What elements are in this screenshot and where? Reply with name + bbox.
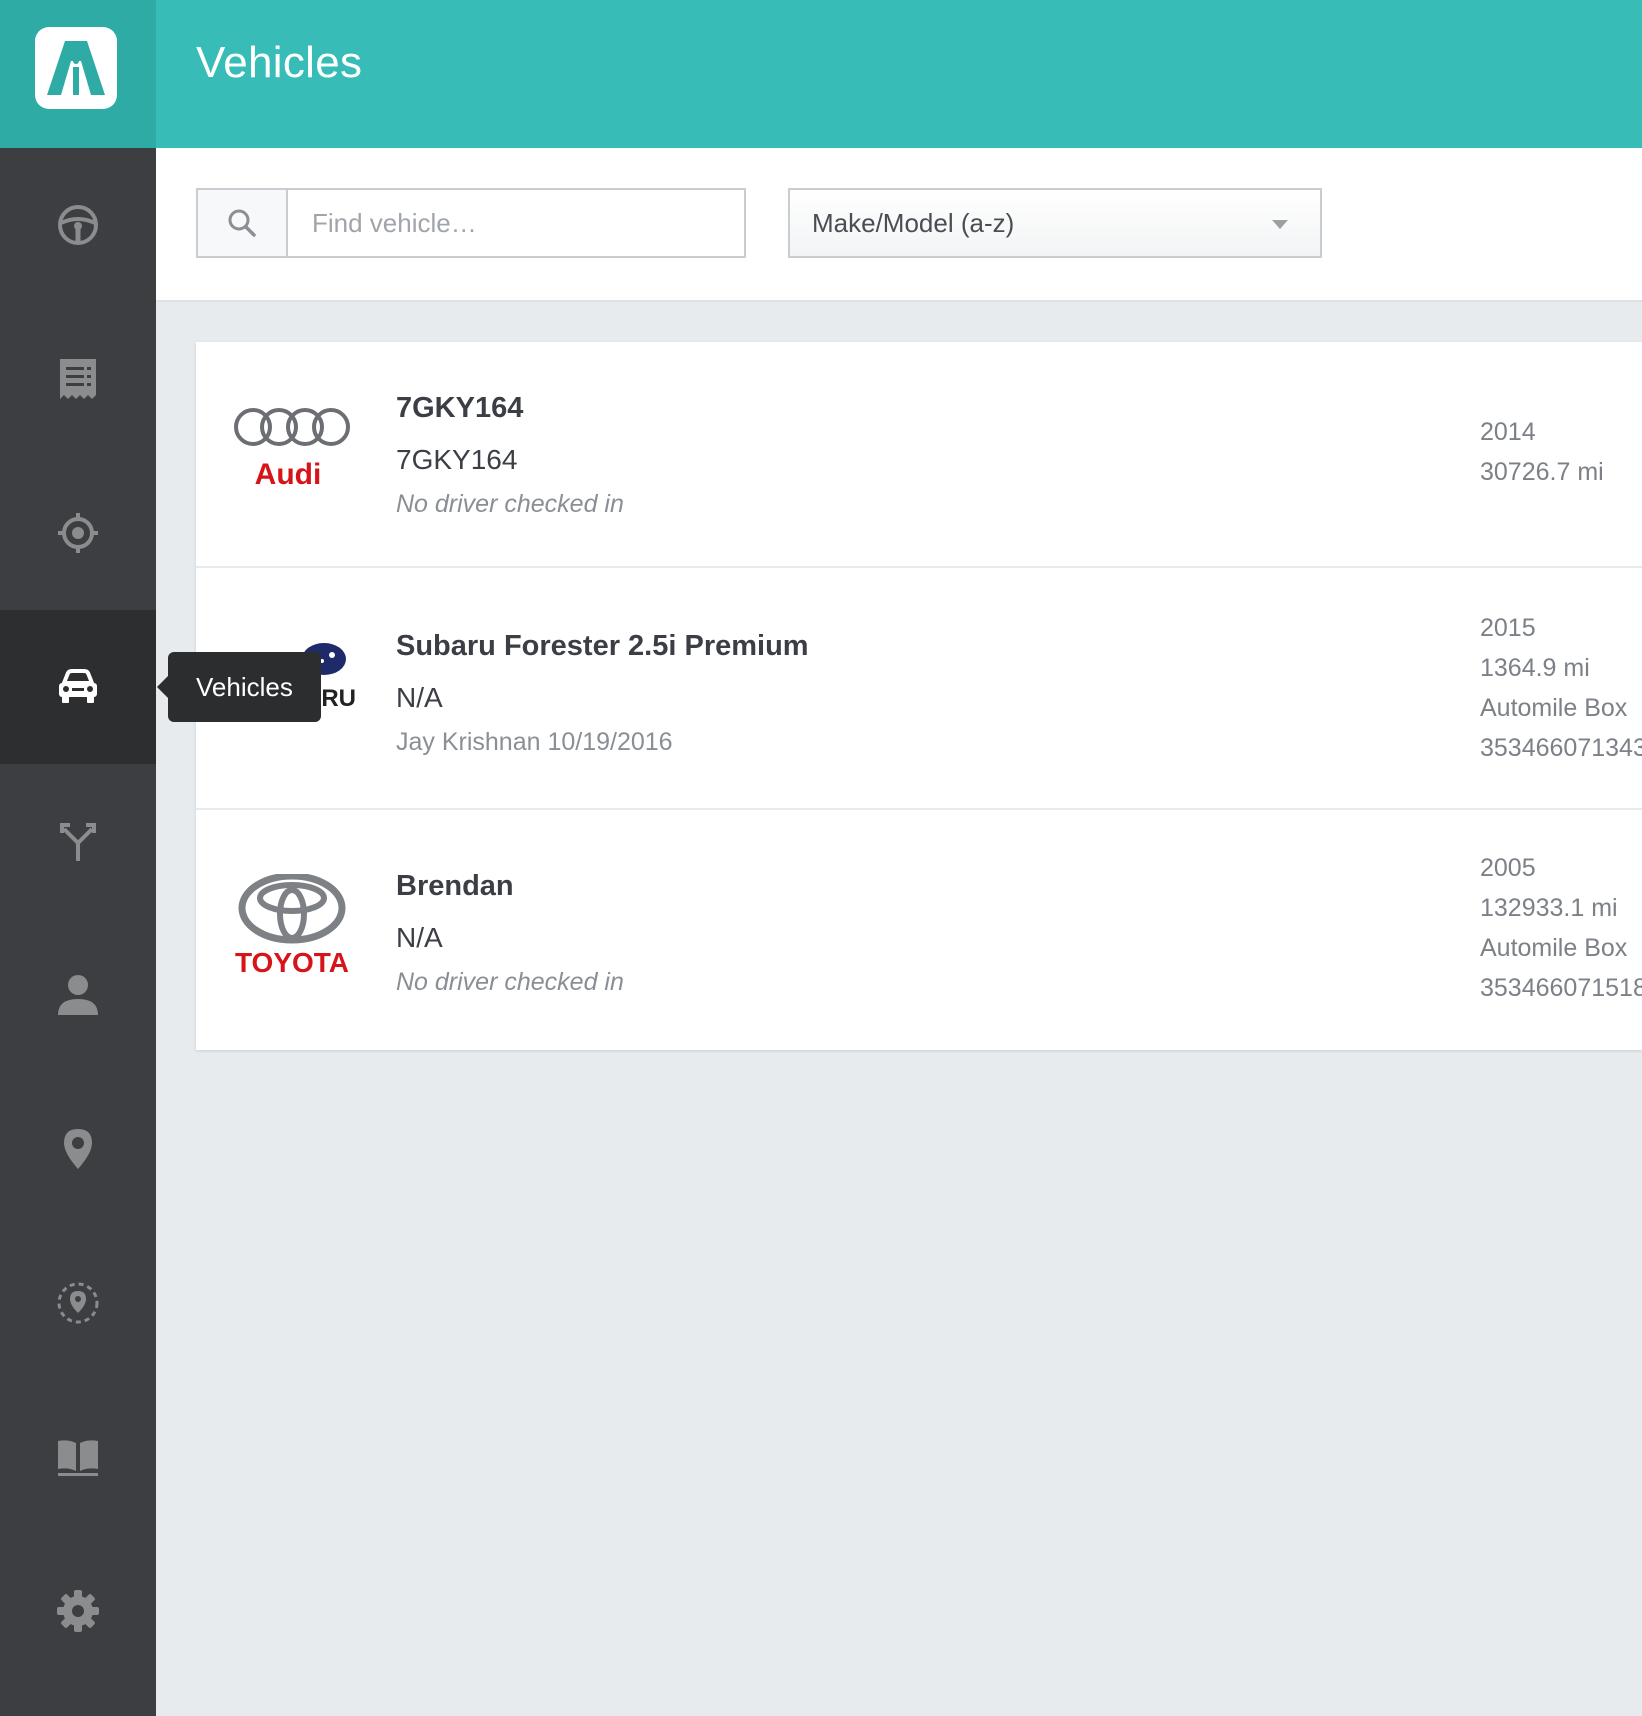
sidebar-tooltip: Vehicles [157, 652, 321, 722]
sidebar [0, 0, 156, 1716]
sidebar-item-geofences[interactable] [0, 1226, 156, 1380]
vehicle-odometer: 132933.1 mi [1480, 894, 1618, 922]
audi-brand-text: Audi [255, 458, 322, 491]
vehicle-year: 2015 [1480, 614, 1536, 642]
app-logo-area[interactable] [0, 0, 156, 148]
vehicle-row[interactable]: RU Subaru Forester 2.5i Premium N/A Jay … [196, 568, 1642, 810]
geofence-icon [57, 1282, 99, 1324]
book-icon [58, 1440, 98, 1476]
app-logo[interactable] [35, 27, 117, 109]
vehicle-name: Subaru Forester 2.5i Premium [396, 630, 809, 662]
vehicle-device-id: 353466071518 [1480, 974, 1642, 1002]
sort-select[interactable]: Make/Model (a-z) [788, 188, 1322, 258]
sidebar-item-track[interactable] [0, 456, 156, 610]
vehicle-year: 2005 [1480, 854, 1536, 882]
chevron-down-icon [1272, 220, 1288, 229]
search-addon[interactable] [198, 190, 288, 256]
route-split-icon [60, 823, 96, 861]
toyota-logo: TOYOTA [232, 872, 356, 984]
search-input[interactable] [288, 190, 744, 256]
vehicle-name: Brendan [396, 870, 514, 902]
subaru-brand-text: RU [321, 685, 356, 712]
vehicle-list: Audi 7GKY164 7GKY164 No driver checked i… [196, 342, 1642, 1050]
vehicle-meta: 2005 132933.1 mi Automile Box 3534660715… [1480, 848, 1642, 1008]
tooltip-text: Vehicles [196, 671, 293, 702]
crosshair-icon [58, 513, 98, 553]
sidebar-item-logbook[interactable] [0, 1380, 156, 1534]
vehicle-odometer: 1364.9 mi [1480, 654, 1590, 682]
vehicle-driver: Jay Krishnan 10/19/2016 [396, 728, 673, 756]
sidebar-item-places[interactable] [0, 1072, 156, 1226]
filter-toolbar: Make/Model (a-z) [156, 148, 1642, 302]
sidebar-item-drivers[interactable] [0, 918, 156, 1072]
vehicle-meta: 2015 1364.9 mi Automile Box 353466071343 [1480, 608, 1642, 768]
sidebar-item-routes[interactable] [0, 764, 156, 918]
toyota-brand-text: TOYOTA [235, 947, 349, 978]
sidebar-item-trips[interactable] [0, 302, 156, 456]
search-group [196, 188, 746, 258]
person-icon [58, 975, 98, 1015]
sidebar-item-settings[interactable] [0, 1534, 156, 1688]
vehicle-meta: 2014 30726.7 mi [1480, 412, 1642, 492]
search-icon [228, 209, 256, 237]
vehicle-device-id: 353466071343 [1480, 734, 1642, 762]
tooltip-arrow [157, 676, 168, 698]
vehicle-plate: 7GKY164 [396, 444, 518, 475]
vehicle-device: Automile Box [1480, 934, 1628, 962]
vehicle-odometer: 30726.7 mi [1480, 458, 1604, 486]
sidebar-item-vehicles[interactable] [0, 610, 156, 764]
audi-logo: Audi [232, 394, 356, 504]
vehicle-row[interactable]: TOYOTA Brendan N/A No driver checked in … [196, 810, 1642, 1050]
road-logo-icon [47, 41, 105, 95]
page-title: Vehicles [196, 38, 363, 87]
sort-select-value: Make/Model (a-z) [812, 207, 1015, 238]
vehicle-driver: No driver checked in [396, 968, 624, 996]
vehicle-year: 2014 [1480, 418, 1536, 446]
vehicle-device: Automile Box [1480, 694, 1628, 722]
car-icon [59, 669, 97, 703]
map-pin-icon [64, 1129, 92, 1169]
vehicle-row[interactable]: Audi 7GKY164 7GKY164 No driver checked i… [196, 342, 1642, 568]
page-header: Vehicles [156, 0, 1642, 148]
steering-wheel-icon [58, 205, 98, 245]
sidebar-item-drive[interactable] [0, 148, 156, 302]
vehicle-name: 7GKY164 [396, 392, 524, 424]
vehicle-driver: No driver checked in [396, 490, 624, 518]
gear-icon [57, 1590, 99, 1632]
vehicle-plate: N/A [396, 922, 443, 953]
vehicle-plate: N/A [396, 682, 443, 713]
receipt-icon [60, 359, 96, 399]
